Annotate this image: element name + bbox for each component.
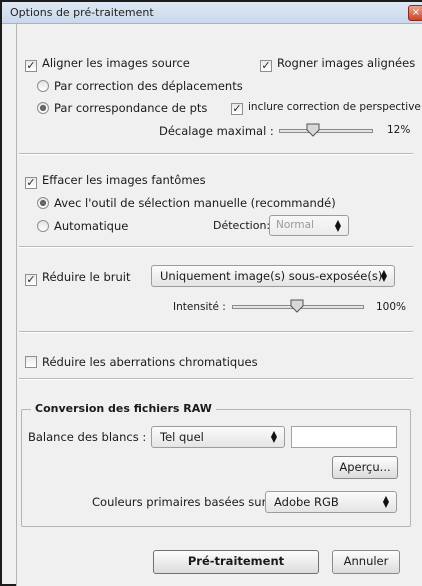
detection-select[interactable]: Normal ▲ ▼ [269, 215, 349, 236]
primaries-label: Couleurs primaires basées sur [92, 495, 267, 509]
crop-checkbox-row[interactable]: ✓ Rogner images alignées [260, 56, 415, 72]
window-title: Options de pré-traitement [10, 6, 154, 19]
detection-label: Détection: [213, 219, 271, 232]
dropdown-arrows-icon: ▲ ▼ [382, 494, 389, 509]
max-offset-value: 12% [387, 124, 411, 136]
noise-checkbox-row[interactable]: ✓ Réduire le bruit [25, 270, 131, 286]
radio-displacement[interactable]: Par correction des déplacements [37, 79, 243, 93]
radio-manual[interactable]: Avec l'outil de sélection manuelle (reco… [37, 196, 336, 210]
dropdown-arrows-icon: ▲ ▼ [334, 218, 341, 233]
preprocess-button[interactable]: Pré-traitement [153, 550, 319, 574]
radio-manual-button[interactable] [37, 197, 49, 209]
ghosts-label: Effacer les images fantômes [42, 173, 206, 187]
noise-mode-value: Uniquement image(s) sous-exposée(s) [160, 269, 383, 283]
cancel-button[interactable]: Annuler [332, 550, 400, 574]
wb-label: Balance des blancs : [28, 430, 147, 444]
wb-select-value: Tel quel [160, 430, 204, 444]
chromatic-checkbox-row[interactable]: Réduire les aberrations chromatiques [25, 355, 258, 369]
radio-automatic-label: Automatique [54, 219, 129, 233]
max-offset-label: Décalage maximal : [159, 124, 274, 138]
ghosts-checkbox-row[interactable]: ✓ Effacer les images fantômes [25, 173, 206, 189]
noise-checkbox[interactable]: ✓ [25, 274, 37, 286]
dropdown-arrows-icon: ▲ ▼ [270, 429, 277, 444]
radio-points-label: Par correspondance de pts [54, 101, 208, 115]
radio-manual-label: Avec l'outil de sélection manuelle (reco… [54, 196, 336, 210]
ghosts-checkbox[interactable]: ✓ [25, 177, 37, 189]
chromatic-label: Réduire les aberrations chromatiques [42, 355, 258, 369]
perspective-checkbox-row[interactable]: ✓ inclure correction de perspective [231, 101, 421, 115]
title-bar: Options de pré-traitement × [2, 2, 422, 24]
align-label: Aligner les images source [42, 56, 190, 70]
dropdown-arrows-icon: ▲ ▼ [380, 268, 387, 283]
wb-text-input[interactable] [291, 426, 397, 448]
dialog-body: ✓ Aligner les images source ✓ Rogner image… [16, 24, 422, 586]
separator [19, 246, 413, 248]
radio-displacement-button[interactable] [37, 80, 49, 92]
radio-points-button[interactable] [37, 102, 49, 114]
perspective-label: inclure correction de perspective [248, 101, 421, 113]
align-checkbox-row[interactable]: ✓ Aligner les images source [25, 56, 190, 72]
crop-checkbox[interactable]: ✓ [260, 60, 272, 72]
radio-automatic[interactable]: Automatique [37, 219, 128, 233]
radio-points[interactable]: Par correspondance de pts [37, 101, 207, 115]
radio-displacement-label: Par correction des déplacements [54, 79, 243, 93]
separator [19, 378, 413, 380]
chromatic-checkbox[interactable] [25, 356, 37, 368]
perspective-checkbox[interactable]: ✓ [231, 103, 243, 115]
noise-mode-select[interactable]: Uniquement image(s) sous-exposée(s) ▲ ▼ [151, 265, 395, 287]
max-offset-slider-track[interactable] [279, 129, 373, 133]
primaries-select[interactable]: Adobe RGB ▲ ▼ [265, 491, 397, 513]
intensity-value: 100% [376, 301, 407, 313]
crop-label: Rogner images alignées [277, 56, 416, 70]
dialog-window: Options de pré-traitement × ✓ Aligner les… [0, 0, 422, 586]
preview-button[interactable]: Aperçu... [332, 456, 398, 479]
radio-automatic-button[interactable] [37, 220, 49, 232]
close-icon[interactable]: × [408, 5, 422, 21]
raw-group-legend: Conversion des fichiers RAW [31, 402, 216, 415]
noise-label: Réduire le bruit [42, 270, 131, 284]
detection-select-value: Normal [276, 219, 314, 231]
align-checkbox[interactable]: ✓ [25, 60, 37, 72]
wb-select[interactable]: Tel quel ▲ ▼ [151, 426, 285, 448]
primaries-select-value: Adobe RGB [274, 495, 339, 509]
separator [19, 331, 413, 333]
separator [19, 153, 413, 155]
intensity-label: Intensité : [173, 301, 226, 313]
